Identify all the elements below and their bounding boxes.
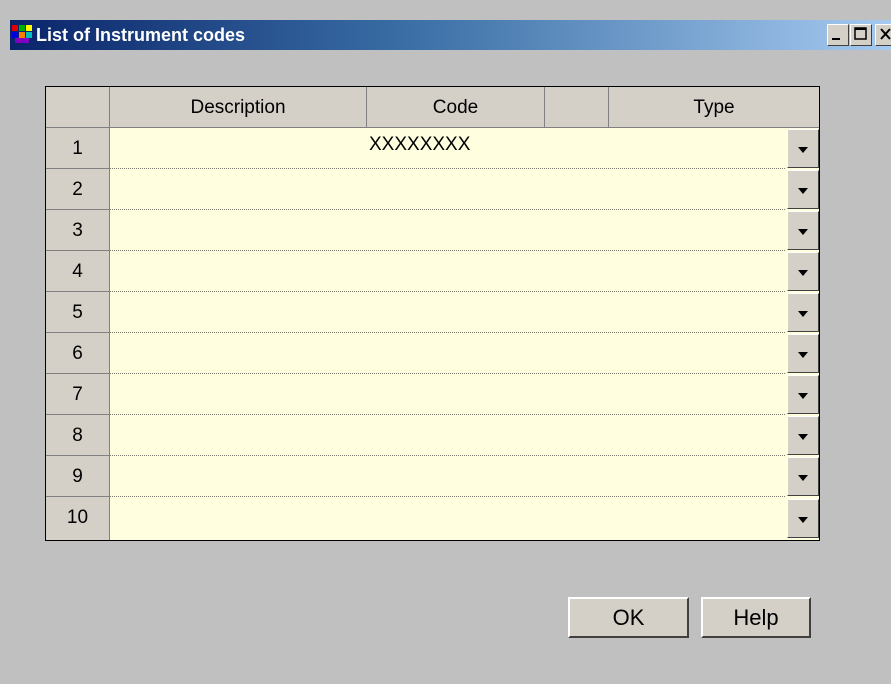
type-dropdown-button[interactable]: [787, 499, 819, 538]
table-row[interactable]: [110, 292, 785, 333]
table-row[interactable]: [110, 415, 785, 456]
window-title: List of Instrument codes: [36, 25, 246, 45]
table-row[interactable]: [110, 456, 785, 497]
grid-corner-header[interactable]: [46, 87, 110, 128]
row-header-3[interactable]: 3: [46, 210, 110, 251]
help-button[interactable]: Help: [701, 597, 811, 638]
type-dropdown-button[interactable]: [787, 211, 819, 250]
type-dropdown-button[interactable]: [787, 457, 819, 496]
column-header-code[interactable]: Code: [367, 87, 545, 128]
row-header-6[interactable]: 6: [46, 333, 110, 374]
app-icon: [12, 25, 32, 43]
type-dropdown-button[interactable]: [787, 170, 819, 209]
row-header-9[interactable]: 9: [46, 456, 110, 497]
column-header-description[interactable]: Description: [110, 87, 367, 128]
row-header-8[interactable]: 8: [46, 415, 110, 456]
row-header-5[interactable]: 5: [46, 292, 110, 333]
ok-button[interactable]: OK: [568, 597, 689, 638]
table-row[interactable]: [110, 374, 785, 415]
close-icon: [880, 28, 891, 40]
table-row[interactable]: [110, 210, 785, 251]
type-dropdown-button[interactable]: [787, 334, 819, 373]
maximize-button[interactable]: [850, 24, 872, 46]
column-header-blank[interactable]: [545, 87, 609, 128]
minimize-button[interactable]: [827, 24, 849, 46]
instrument-codes-grid: Description Code Type 1 XXXXXXXX 2 3 4 5…: [45, 86, 820, 541]
row-header-1[interactable]: 1: [46, 128, 110, 169]
title-bar[interactable]: List of Instrument codes: [10, 20, 891, 50]
maximize-icon: [854, 27, 867, 40]
row-header-7[interactable]: 7: [46, 374, 110, 415]
minimize-icon: [832, 38, 840, 40]
row-header-4[interactable]: 4: [46, 251, 110, 292]
table-row[interactable]: [110, 251, 785, 292]
instrument-codes-dialog: List of Instrument codes Description Cod…: [0, 0, 891, 684]
table-row[interactable]: [110, 169, 785, 210]
row-header-2[interactable]: 2: [46, 169, 110, 210]
type-dropdown-button[interactable]: [787, 416, 819, 455]
type-dropdown-button[interactable]: [787, 375, 819, 414]
close-button[interactable]: [875, 24, 891, 46]
table-row[interactable]: [110, 128, 785, 169]
type-dropdown-button[interactable]: [787, 293, 819, 332]
row-header-10[interactable]: 10: [46, 497, 110, 540]
table-row[interactable]: [110, 333, 785, 374]
column-header-type[interactable]: Type: [609, 87, 819, 128]
type-dropdown-button[interactable]: [787, 252, 819, 291]
type-dropdown-button[interactable]: [787, 129, 819, 168]
